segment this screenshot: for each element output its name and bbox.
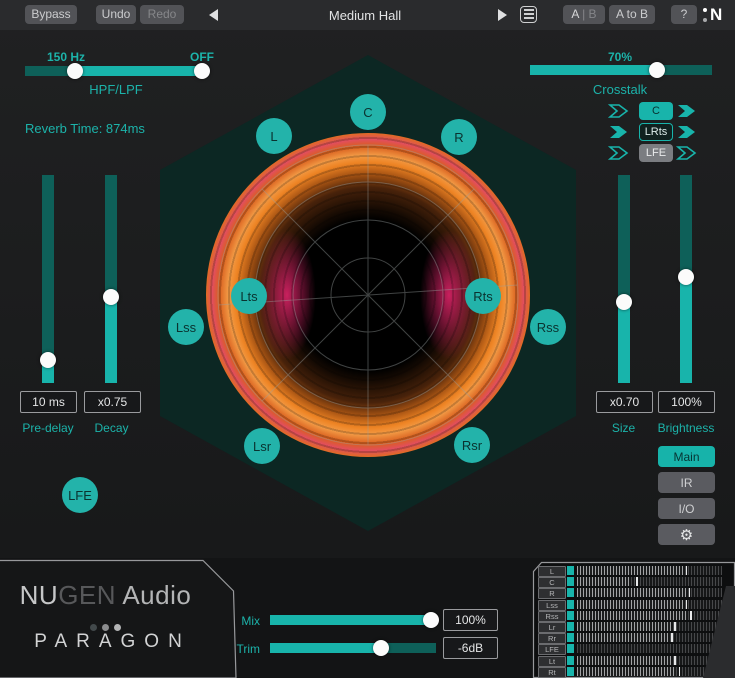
ab-a-label: A xyxy=(571,7,578,21)
decay-value[interactable]: x0.75 xyxy=(84,391,141,413)
title-bar: Bypass Undo Redo Medium Hall A | B A to … xyxy=(0,0,735,30)
crosstalk-label: Crosstalk xyxy=(560,82,680,97)
crosstalk-handle[interactable] xyxy=(649,62,665,78)
next-preset-icon[interactable] xyxy=(498,9,507,21)
hpf-handle[interactable] xyxy=(67,63,83,79)
redo-button[interactable]: Redo xyxy=(140,5,184,24)
preset-name[interactable]: Medium Hall xyxy=(280,8,450,23)
channel-button-r[interactable]: R xyxy=(441,119,477,155)
settings-button[interactable]: ⚙ xyxy=(658,524,715,545)
previous-preset-icon[interactable] xyxy=(209,9,218,21)
send-button-c[interactable]: C xyxy=(639,102,673,120)
nugen-logo-icon: N xyxy=(702,5,730,25)
ab-b-label: | B xyxy=(579,7,597,21)
channel-button-lfe[interactable]: LFE xyxy=(62,477,98,513)
reverb-time-readout: Reverb Time: 874ms xyxy=(25,121,145,136)
send-left-chevron-icon-c[interactable] xyxy=(608,103,630,119)
channel-button-rsr[interactable]: Rsr xyxy=(454,427,490,463)
crosstalk-slider[interactable] xyxy=(530,65,712,75)
corner-facet xyxy=(0,548,735,678)
ab-compare-button[interactable]: A | B xyxy=(563,5,605,24)
tab-main[interactable]: Main xyxy=(658,446,715,467)
tab-io[interactable]: I/O xyxy=(658,498,715,519)
channel-button-rts[interactable]: Rts xyxy=(465,278,501,314)
preset-list-icon[interactable] xyxy=(520,6,537,23)
lpf-handle[interactable] xyxy=(194,63,210,79)
hpf-value-label: 150 Hz xyxy=(47,50,85,64)
decay-label: Decay xyxy=(84,421,139,435)
size-slider[interactable] xyxy=(618,175,630,383)
decay-slider[interactable] xyxy=(105,175,117,383)
tab-ir[interactable]: IR xyxy=(658,472,715,493)
channel-button-rss[interactable]: Rss xyxy=(530,309,566,345)
predelay-slider[interactable] xyxy=(42,175,54,383)
brightness-handle[interactable] xyxy=(678,269,694,285)
send-right-chevron-icon-lrts[interactable] xyxy=(676,124,698,140)
predelay-value[interactable]: 10 ms xyxy=(20,391,77,413)
send-left-chevron-icon-lfe[interactable] xyxy=(608,145,630,161)
a-to-b-button[interactable]: A to B xyxy=(609,5,655,24)
send-button-lfe[interactable]: LFE xyxy=(639,144,673,162)
undo-button[interactable]: Undo xyxy=(96,5,136,24)
hpf-lpf-label: HPF/LPF xyxy=(25,82,207,97)
lpf-value-label: OFF xyxy=(190,50,214,64)
channel-button-lsr[interactable]: Lsr xyxy=(244,428,280,464)
size-label: Size xyxy=(596,421,651,435)
predelay-label: Pre-delay xyxy=(10,421,86,435)
help-button[interactable]: ? xyxy=(671,5,697,24)
size-handle[interactable] xyxy=(616,294,632,310)
brightness-slider[interactable] xyxy=(680,175,692,383)
channel-button-l[interactable]: L xyxy=(256,118,292,154)
brightness-value[interactable]: 100% xyxy=(658,391,715,413)
channel-button-c[interactable]: C xyxy=(350,94,386,130)
paragon-plugin-window: Bypass Undo Redo Medium Hall A | B A to … xyxy=(0,0,735,678)
predelay-handle[interactable] xyxy=(40,352,56,368)
send-button-lrts[interactable]: LRts xyxy=(639,123,673,141)
send-left-chevron-icon-lrts[interactable] xyxy=(608,124,630,140)
bypass-button[interactable]: Bypass xyxy=(25,5,77,24)
decay-handle[interactable] xyxy=(103,289,119,305)
crosstalk-value: 70% xyxy=(560,50,680,64)
channel-button-lss[interactable]: Lss xyxy=(168,309,204,345)
gear-icon: ⚙ xyxy=(680,527,693,544)
size-value[interactable]: x0.70 xyxy=(596,391,653,413)
send-right-chevron-icon-c[interactable] xyxy=(676,103,698,119)
channel-button-lts[interactable]: Lts xyxy=(231,278,267,314)
hpf-lpf-slider[interactable] xyxy=(25,66,207,76)
brightness-label: Brightness xyxy=(645,421,727,435)
send-right-chevron-icon-lfe[interactable] xyxy=(676,145,698,161)
nugen-logo-n: N xyxy=(710,5,722,25)
